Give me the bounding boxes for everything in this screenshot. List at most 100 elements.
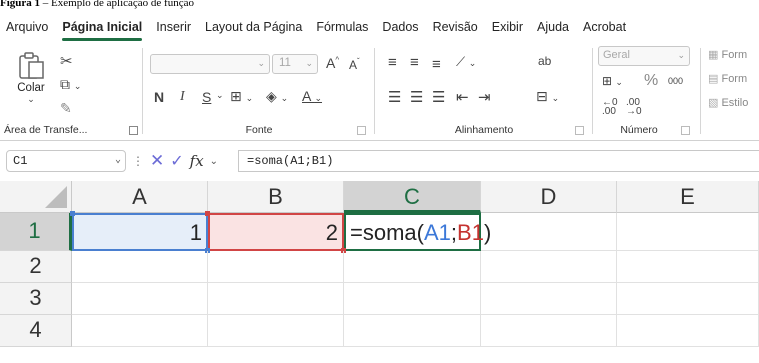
tab-ajuda[interactable]: Ajuda: [530, 20, 576, 34]
percent-button[interactable]: %: [644, 72, 658, 90]
tab-pagina-inicial[interactable]: Página Inicial: [55, 20, 149, 41]
format-painter-icon[interactable]: ✎: [60, 100, 72, 117]
borders-icon[interactable]: ⊞ ⌄: [230, 88, 253, 105]
cell-d1[interactable]: [481, 213, 617, 251]
chevron-down-icon[interactable]: ⌄: [210, 156, 218, 167]
tab-exibir[interactable]: Exibir: [485, 20, 530, 34]
insert-function-icon[interactable]: fx: [190, 152, 204, 170]
clipboard-group: Colar ⌄ ✂ ⧉ ⌄ ✎ Área de Transfe...: [0, 42, 140, 140]
font-launcher-icon[interactable]: [357, 126, 366, 135]
reference-handle[interactable]: [70, 211, 75, 216]
orientation-icon[interactable]: ⟋ ⌄: [456, 54, 476, 70]
tab-revisao[interactable]: Revisão: [426, 20, 485, 34]
tab-dados[interactable]: Dados: [375, 20, 425, 34]
number-format-combo[interactable]: Geral ⌄: [598, 46, 690, 66]
underline-dropdown-icon[interactable]: ⌄: [216, 90, 224, 101]
increase-font-icon[interactable]: A^: [326, 55, 339, 71]
cancel-icon[interactable]: ✕: [150, 151, 164, 171]
cut-icon[interactable]: ✂: [60, 52, 73, 70]
select-all-button[interactable]: [0, 181, 72, 213]
paste-label: Colar: [17, 82, 45, 94]
increase-decimal-icon[interactable]: ←0.00: [602, 98, 618, 117]
number-format-value: Geral: [603, 49, 630, 61]
cell-e2[interactable]: [617, 251, 759, 283]
name-box[interactable]: C1 ⌄: [6, 150, 126, 172]
tab-formulas[interactable]: Fórmulas: [309, 20, 375, 34]
thousands-button[interactable]: 000: [668, 76, 683, 86]
column-header-a[interactable]: A: [72, 181, 208, 213]
align-bottom-icon[interactable]: ≡: [432, 56, 441, 73]
column-header-c[interactable]: C: [344, 181, 481, 213]
separator: [142, 48, 143, 134]
cell-styles-button[interactable]: ▧ Estilo: [708, 96, 748, 109]
tab-acrobat[interactable]: Acrobat: [576, 20, 633, 34]
cell-d2[interactable]: [481, 251, 617, 283]
increase-indent-icon[interactable]: ⇥: [478, 88, 491, 106]
align-middle-icon[interactable]: ≡: [410, 54, 419, 71]
row-header-3[interactable]: 3: [0, 283, 72, 315]
decrease-indent-icon[interactable]: ⇤: [456, 88, 469, 106]
font-color-icon[interactable]: A ⌄: [302, 88, 322, 104]
fill-color-icon[interactable]: ◈ ⌄: [266, 88, 288, 105]
accounting-format-icon[interactable]: ⊞ ⌄: [602, 74, 623, 88]
formula-input[interactable]: =soma(A1;B1): [238, 150, 759, 172]
wrap-text-icon[interactable]: ab: [538, 54, 551, 68]
tab-layout-da-pagina[interactable]: Layout da Página: [198, 20, 309, 34]
clipboard-launcher-icon[interactable]: [129, 126, 138, 135]
row-header-2[interactable]: 2: [0, 251, 72, 283]
font-size-combo[interactable]: 11 ⌄: [272, 54, 318, 74]
paste-button[interactable]: Colar ⌄: [10, 50, 52, 112]
number-launcher-icon[interactable]: [681, 126, 690, 135]
cell-a4[interactable]: [72, 315, 208, 347]
decrease-decimal-icon[interactable]: .00 →0: [626, 98, 642, 117]
cell-e3[interactable]: [617, 283, 759, 315]
tab-inserir[interactable]: Inserir: [149, 20, 198, 34]
align-left-icon[interactable]: ☰: [388, 88, 401, 106]
cell-e4[interactable]: [617, 315, 759, 347]
bold-button[interactable]: N: [154, 89, 164, 105]
cell-b3[interactable]: [208, 283, 344, 315]
styles-item-label: Form: [721, 49, 748, 61]
reference-handle[interactable]: [205, 211, 210, 216]
row-header-4[interactable]: 4: [0, 315, 72, 347]
italic-button[interactable]: I: [180, 89, 185, 105]
cell-a1[interactable]: 1: [72, 213, 208, 251]
cell-c2[interactable]: [344, 251, 481, 283]
enter-icon[interactable]: ✓: [170, 151, 183, 171]
cell-a3[interactable]: [72, 283, 208, 315]
cell-c1[interactable]: =soma(A1;B1): [344, 213, 491, 251]
alignment-launcher-icon[interactable]: [575, 126, 584, 135]
separator: [592, 48, 593, 134]
cell-c4[interactable]: [344, 315, 481, 347]
merge-center-icon[interactable]: ⊟ ⌄: [536, 88, 559, 105]
align-right-icon[interactable]: ☰: [432, 88, 445, 106]
paste-dropdown-icon[interactable]: ⌄: [10, 94, 52, 105]
cell-b2[interactable]: [208, 251, 344, 283]
ribbon-tabs: Arquivo Página Inicial Inserir Layout da…: [0, 12, 759, 42]
styles-item-label: Estilo: [721, 97, 749, 109]
cell-b1[interactable]: 2: [208, 213, 344, 251]
underline-button[interactable]: S: [202, 89, 211, 105]
cell-e1[interactable]: [617, 213, 759, 251]
figure-caption: Figura 1 – Exemplo de aplicação de funçã…: [0, 0, 759, 10]
copy-icon[interactable]: ⧉ ⌄: [60, 76, 81, 93]
formula-bar-row: C1 ⌄ ⋮ ✕ ✓ fx ⌄ =soma(A1;B1): [0, 147, 759, 175]
column-header-b[interactable]: B: [208, 181, 344, 213]
cell-c3[interactable]: [344, 283, 481, 315]
align-top-icon[interactable]: ≡: [388, 54, 397, 71]
align-center-icon[interactable]: ☰: [410, 88, 423, 106]
tab-arquivo[interactable]: Arquivo: [0, 20, 55, 34]
row-header-1[interactable]: 1: [0, 213, 72, 251]
font-name-combo[interactable]: ⌄: [150, 54, 270, 74]
column-header-e[interactable]: E: [617, 181, 759, 213]
cell-d4[interactable]: [481, 315, 617, 347]
format-as-table-button[interactable]: ▤ Form: [708, 72, 747, 85]
cell-d3[interactable]: [481, 283, 617, 315]
conditional-formatting-button[interactable]: ▦ Form: [708, 48, 747, 61]
reference-b1: B1: [457, 220, 484, 245]
cell-a2[interactable]: [72, 251, 208, 283]
styles-group: ▦ Form ▤ Form ▧ Estilo: [704, 42, 759, 140]
column-header-d[interactable]: D: [481, 181, 617, 213]
decrease-font-icon[interactable]: Aˇ: [349, 57, 360, 72]
cell-b4[interactable]: [208, 315, 344, 347]
